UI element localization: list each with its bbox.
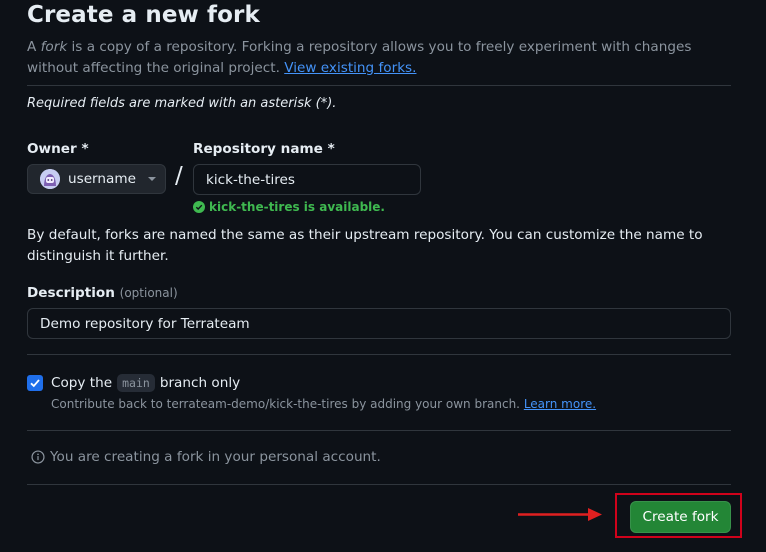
repository-name-input[interactable] [193, 164, 421, 195]
description-input[interactable] [27, 308, 731, 339]
description-label: Description (optional) [27, 285, 178, 301]
annotation-arrow-icon [518, 508, 602, 521]
owner-repo-separator: / [175, 163, 183, 189]
copy-main-branch-checkbox[interactable] [27, 375, 43, 391]
info-icon [31, 450, 45, 464]
divider [27, 430, 731, 431]
personal-account-note: You are creating a fork in your personal… [31, 449, 381, 465]
owner-label: Owner * [27, 141, 89, 157]
availability-text: kick-the-tires is available. [209, 200, 385, 214]
required-note: Required fields are marked with an aster… [27, 96, 337, 111]
view-existing-forks-link[interactable]: View existing forks. [284, 60, 416, 76]
divider [27, 484, 731, 485]
divider [27, 354, 731, 355]
page-title: Create a new fork [27, 2, 260, 28]
divider [27, 85, 731, 86]
naming-note: By default, forks are named the same as … [27, 227, 703, 264]
branch-name-code: main [117, 374, 155, 392]
copy-branch-label[interactable]: Copy the main branch only [51, 374, 240, 392]
owner-select[interactable]: username [27, 164, 166, 194]
learn-more-link[interactable]: Learn more. [524, 397, 596, 411]
check-icon [30, 379, 40, 388]
availability-status: kick-the-tires is available. [193, 200, 385, 214]
owner-name: username [68, 171, 136, 187]
check-circle-icon [193, 201, 205, 213]
repository-name-label: Repository name * [193, 141, 335, 157]
chevron-down-icon [147, 177, 156, 181]
optional-hint: (optional) [119, 286, 178, 300]
avatar [40, 169, 60, 189]
page-description: A fork is a copy of a repository. Forkin… [27, 39, 692, 76]
create-fork-button[interactable]: Create fork [630, 501, 731, 533]
copy-branch-hint: Contribute back to terrateam-demo/kick-t… [51, 397, 597, 411]
